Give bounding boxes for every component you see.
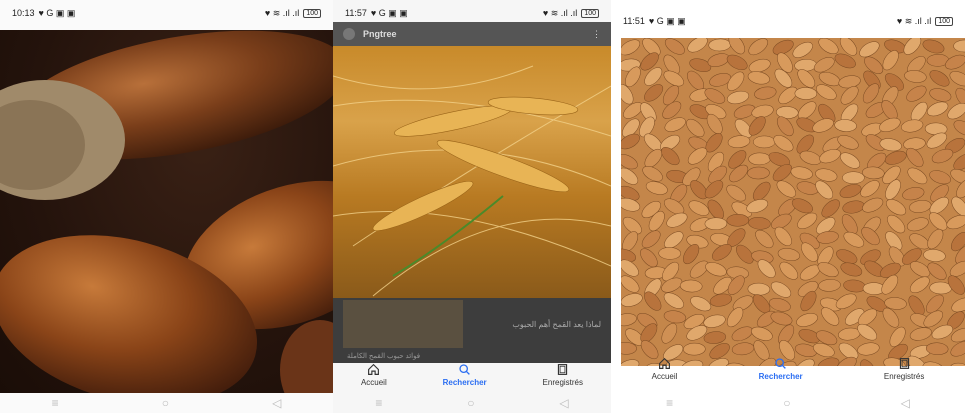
tab-label: Rechercher bbox=[758, 372, 803, 381]
screenshot-wheat-grains: 11:51 ♥ G ▣ ▣ ♥ ≋ .ıl .ıl 100 Accueil Re… bbox=[611, 0, 965, 413]
status-notification-icons: ♥ G ▣ ▣ bbox=[370, 7, 408, 18]
status-signal-icons: ♥ ≋ .ıl .ıl bbox=[542, 7, 578, 18]
bookmark-icon bbox=[899, 358, 909, 369]
tab-enregistres[interactable]: Enregistrés bbox=[543, 363, 583, 387]
home-button[interactable]: ○ bbox=[783, 396, 790, 410]
battery-icon: 100 bbox=[581, 8, 599, 18]
battery-icon: 100 bbox=[935, 16, 953, 26]
tab-accueil[interactable]: Accueil bbox=[361, 363, 387, 387]
result-caption[interactable]: فوائد حبوب القمح الكاملة bbox=[347, 352, 420, 360]
search-icon bbox=[775, 358, 786, 369]
system-nav-bar: ≡ ○ ◁ bbox=[333, 393, 611, 413]
recents-button[interactable]: ≡ bbox=[52, 396, 59, 410]
tab-label: Rechercher bbox=[442, 378, 487, 387]
tab-accueil[interactable]: Accueil bbox=[651, 357, 678, 381]
status-signal-icons: ♥ ≋ .ıl .ıl bbox=[896, 15, 932, 26]
wheat-ears-photo bbox=[333, 46, 611, 298]
back-button[interactable]: ◁ bbox=[901, 396, 910, 410]
tab-rechercher[interactable]: Rechercher bbox=[443, 363, 487, 387]
battery-icon: 100 bbox=[303, 8, 321, 18]
status-signal-icons: ♥ ≋ .ıl .ıl bbox=[264, 7, 300, 18]
tab-label: Accueil bbox=[360, 378, 387, 387]
app-title: Pngtree bbox=[363, 29, 397, 39]
status-time: 11:51 bbox=[623, 16, 645, 26]
tab-label: Enregistrés bbox=[542, 378, 584, 387]
system-nav-bar: ≡ ○ ◁ bbox=[0, 393, 333, 413]
back-button[interactable]: ◁ bbox=[559, 396, 568, 410]
wheat-grains-photo bbox=[621, 38, 965, 366]
status-notification-icons: ♥ G ▣ ▣ bbox=[38, 7, 76, 18]
tab-enregistres[interactable]: Enregistrés bbox=[884, 357, 924, 381]
search-results-feed: لماذا يعد القمح أهم الحبوب فوائد حبوب ال… bbox=[333, 298, 611, 363]
back-button[interactable]: ◁ bbox=[272, 396, 281, 410]
bottom-tab-bar: Accueil Rechercher Enregistrés bbox=[611, 357, 965, 391]
status-notification-icons: ♥ G ▣ ▣ bbox=[648, 15, 686, 26]
home-button[interactable]: ○ bbox=[467, 396, 474, 410]
app-logo-icon bbox=[343, 28, 355, 40]
home-button[interactable]: ○ bbox=[162, 396, 169, 410]
screenshot-pngtree-wheat: 11:57 ♥ G ▣ ▣ ♥ ≋ .ıl .ıl 100 Pngtree ⋮ bbox=[333, 0, 611, 413]
status-time: 10:13 bbox=[12, 8, 35, 18]
bookmark-icon bbox=[558, 364, 568, 375]
bottom-tab-bar: Accueil Rechercher Enregistrés bbox=[333, 363, 611, 393]
home-icon bbox=[368, 363, 380, 375]
tab-label: Enregistrés bbox=[883, 372, 925, 381]
tab-label: Accueil bbox=[651, 372, 678, 381]
status-bar: 11:51 ♥ G ▣ ▣ ♥ ≋ .ıl .ıl 100 bbox=[611, 8, 965, 34]
tab-rechercher[interactable]: Rechercher bbox=[759, 357, 803, 381]
search-icon bbox=[459, 364, 470, 375]
home-icon bbox=[659, 357, 670, 369]
more-menu-icon[interactable]: ⋮ bbox=[592, 29, 601, 40]
acorns-photo bbox=[0, 30, 333, 393]
result-title[interactable]: لماذا يعد القمح أهم الحبوب bbox=[471, 320, 601, 329]
recents-button[interactable]: ≡ bbox=[375, 396, 382, 410]
recents-button[interactable]: ≡ bbox=[666, 396, 673, 410]
screenshot-acorns: 10:13 ♥ G ▣ ▣ ♥ ≋ .ıl .ıl 100 ≡ ○ ◁ bbox=[0, 0, 333, 413]
result-thumbnail[interactable] bbox=[343, 300, 463, 348]
system-nav-bar: ≡ ○ ◁ bbox=[611, 393, 965, 413]
app-bar: Pngtree ⋮ bbox=[333, 22, 611, 46]
status-time: 11:57 bbox=[345, 8, 367, 18]
status-bar: 10:13 ♥ G ▣ ▣ ♥ ≋ .ıl .ıl 100 bbox=[0, 0, 333, 26]
